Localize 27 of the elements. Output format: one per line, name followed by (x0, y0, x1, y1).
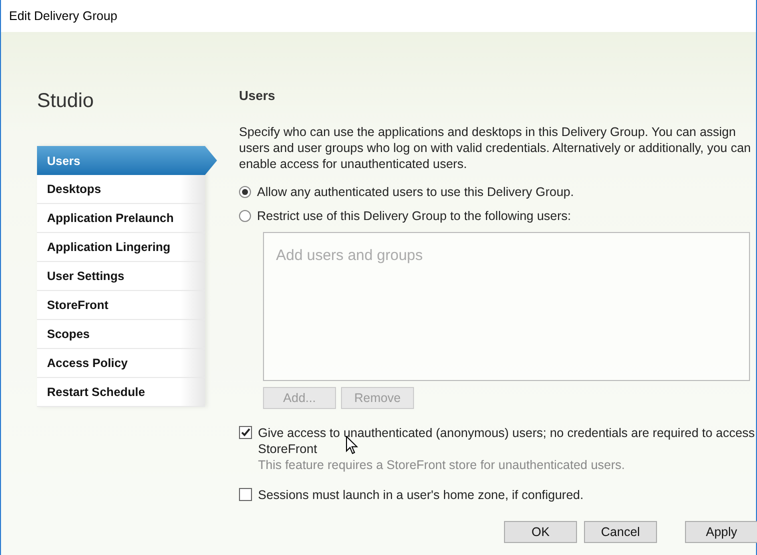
dialog-button[interactable]: OK (504, 521, 577, 543)
sidebar-heading: Studio (37, 90, 95, 114)
users-list-field[interactable]: Add users and groups (263, 232, 750, 381)
sidebar-item[interactable]: User Settings (37, 262, 205, 291)
checkbox-label[interactable]: Give access to unauthenticated (anonymous) users; no credentials are required to access StoreFront (258, 425, 757, 457)
sidebar-item[interactable]: Application Lingering (37, 233, 205, 262)
radio-button[interactable] (239, 210, 251, 222)
radio-label[interactable]: Allow any authenticated users to use this Delivery Group. (257, 185, 574, 199)
sidebar-item[interactable]: Users (37, 146, 217, 175)
sidebar-item[interactable]: StoreFront (37, 291, 205, 320)
dialog-button[interactable]: Apply (685, 521, 757, 543)
description-text: Specify who can use the applications and desktops in this Delivery Group. You can assign users and user groups who log on with valid credentials. Alternatively or additionally, you can enable access for unauthenticated users. (239, 124, 752, 172)
dialog-button[interactable]: Cancel (584, 521, 657, 543)
sidebar-item[interactable]: Scopes (37, 320, 205, 349)
radio-button[interactable] (239, 186, 251, 198)
mouse-pointer-icon (346, 436, 358, 455)
window-title: Edit Delivery Group (9, 9, 118, 23)
checkbox[interactable] (239, 488, 252, 501)
sidebar-item[interactable]: Restart Schedule (37, 378, 205, 407)
section-heading: Users (239, 88, 276, 105)
radio-label[interactable]: Restrict use of this Delivery Group to the following users: (257, 209, 572, 223)
sidebar-item[interactable]: Desktops (37, 175, 205, 204)
checkbox[interactable] (239, 426, 252, 439)
checkbox-label[interactable]: Sessions must launch in a user's home zone, if configured. (258, 487, 584, 503)
sidebar-item[interactable]: Access Policy (37, 349, 205, 378)
sidebar-item[interactable]: Application Prelaunch (37, 204, 205, 233)
hint-text: This feature requires a StoreFront store for unauthenticated users. (258, 457, 626, 473)
